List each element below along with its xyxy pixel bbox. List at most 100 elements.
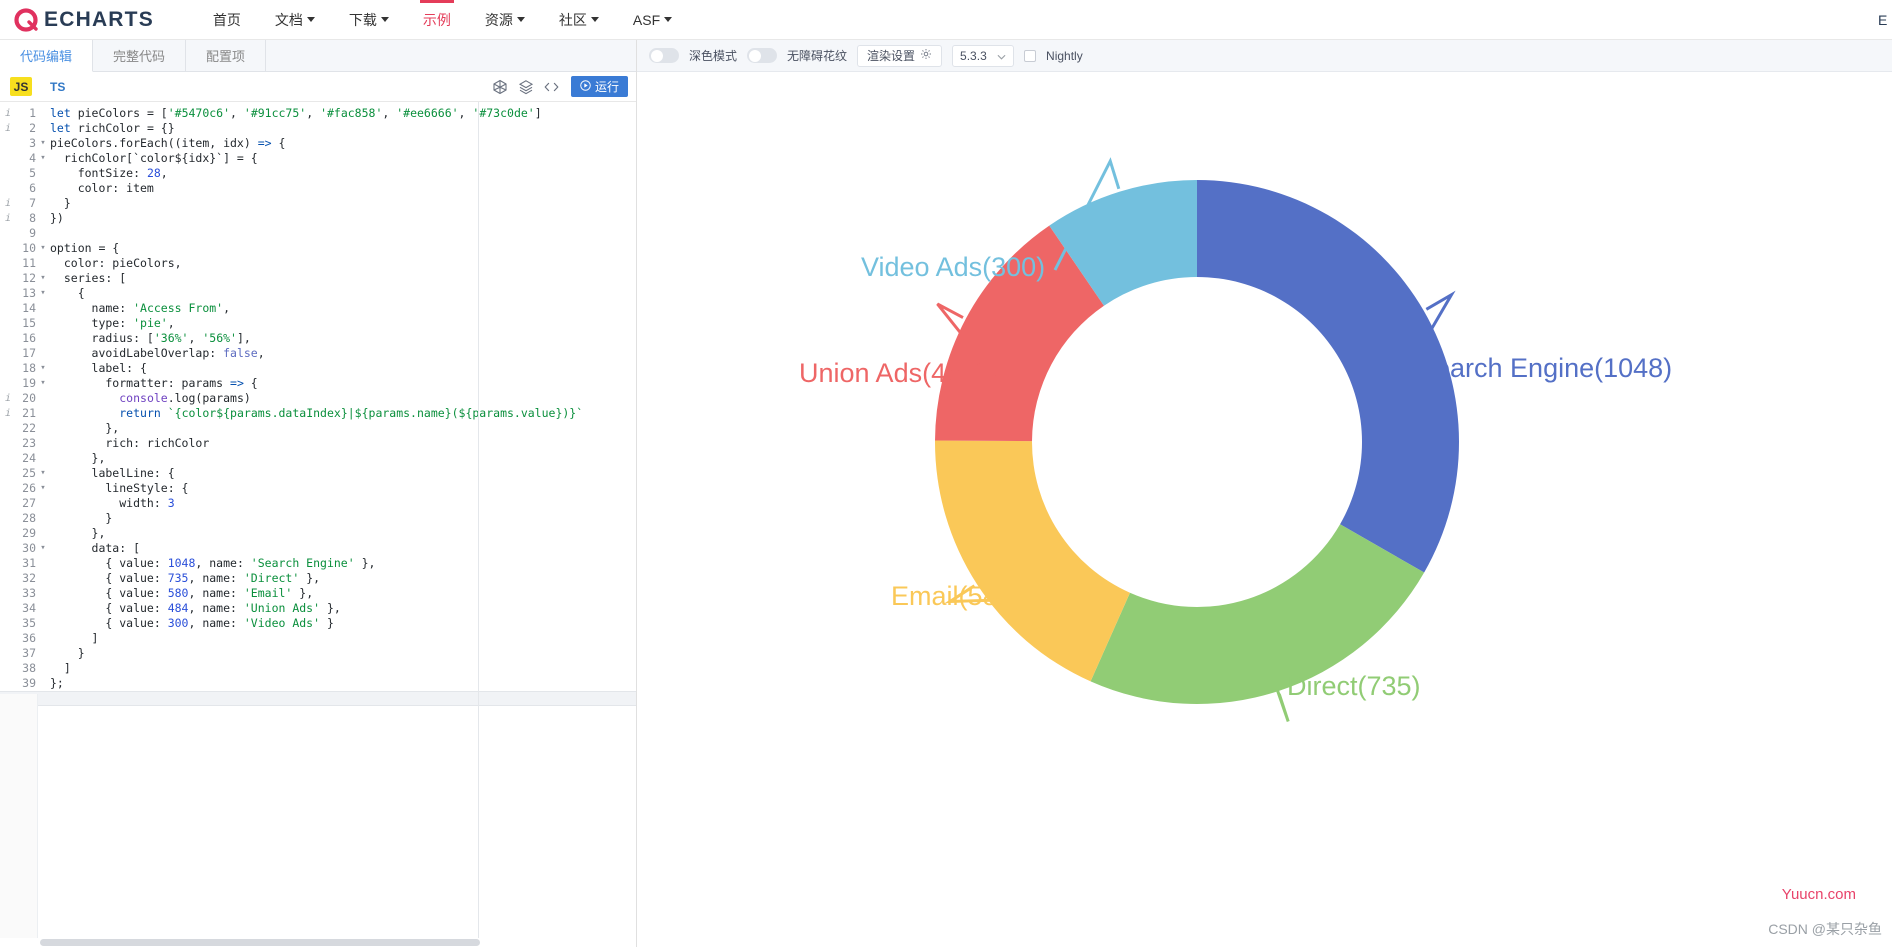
nav-item-4[interactable]: 资源 bbox=[468, 0, 542, 40]
accessibility-pattern-toggle[interactable] bbox=[747, 48, 778, 63]
layers-icon[interactable] bbox=[513, 74, 539, 100]
fold-toggle-icon[interactable] bbox=[38, 106, 48, 121]
code-line[interactable]: i 20 console.log(params) bbox=[0, 391, 636, 406]
code-line[interactable]: 13 ▾ { bbox=[0, 286, 636, 301]
code-line[interactable]: 18 ▾ label: { bbox=[0, 361, 636, 376]
dark-mode-toggle[interactable] bbox=[649, 48, 679, 63]
nightly-checkbox[interactable] bbox=[1024, 49, 1037, 62]
code-line[interactable]: i 1 let pieColors = ['#5470c6', '#91cc75',… bbox=[0, 106, 636, 121]
fold-toggle-icon[interactable] bbox=[38, 646, 48, 661]
run-button[interactable]: 运行 bbox=[570, 76, 628, 97]
nav-item-2[interactable]: 下载 bbox=[332, 0, 406, 40]
code-line[interactable]: 6 color: item bbox=[0, 181, 636, 196]
lang-ts-button[interactable]: TS bbox=[50, 80, 65, 94]
fold-toggle-icon[interactable] bbox=[38, 406, 48, 421]
code-line[interactable]: 23 rich: richColor bbox=[0, 436, 636, 451]
code-icon[interactable] bbox=[539, 74, 565, 100]
editor-tab-0[interactable]: 代码编辑 bbox=[0, 40, 94, 72]
code-line[interactable]: i 8}) bbox=[0, 211, 636, 226]
code-line[interactable]: 27 width: 3 bbox=[0, 496, 636, 511]
lang-js-button[interactable]: JS bbox=[10, 77, 32, 96]
fold-toggle-icon[interactable] bbox=[38, 181, 48, 196]
code-line[interactable]: 26 ▾ lineStyle: { bbox=[0, 481, 636, 496]
fold-toggle-icon[interactable] bbox=[38, 451, 48, 466]
fold-toggle-icon[interactable] bbox=[38, 601, 48, 616]
fold-toggle-icon[interactable]: ▾ bbox=[38, 376, 48, 391]
fold-toggle-icon[interactable] bbox=[38, 121, 48, 136]
code-line[interactable]: i 7 } bbox=[0, 196, 636, 211]
fold-toggle-icon[interactable] bbox=[38, 346, 48, 361]
pie-slice[interactable] bbox=[935, 440, 1130, 682]
language-toggle[interactable]: E bbox=[1878, 0, 1892, 40]
fold-toggle-icon[interactable]: ▾ bbox=[38, 271, 48, 286]
fold-toggle-icon[interactable] bbox=[38, 421, 48, 436]
fold-toggle-icon[interactable]: ▾ bbox=[38, 241, 48, 256]
fold-toggle-icon[interactable] bbox=[38, 676, 48, 691]
code-line[interactable]: 10 ▾ option = { bbox=[0, 241, 636, 256]
code-line[interactable]: 38 ] bbox=[0, 661, 636, 676]
fold-toggle-icon[interactable]: ▾ bbox=[38, 481, 48, 496]
code-line[interactable]: 25 ▾ labelLine: { bbox=[0, 466, 636, 481]
fold-toggle-icon[interactable] bbox=[38, 301, 48, 316]
fold-toggle-icon[interactable]: ▾ bbox=[38, 541, 48, 556]
fold-toggle-icon[interactable] bbox=[38, 316, 48, 331]
code-line[interactable]: 36 ] bbox=[0, 631, 636, 646]
fold-toggle-icon[interactable]: ▾ bbox=[38, 151, 48, 166]
nav-item-1[interactable]: 文档 bbox=[258, 0, 332, 40]
code-line[interactable]: 33 { value: 580, name: 'Email' }, bbox=[0, 586, 636, 601]
fold-toggle-icon[interactable] bbox=[38, 586, 48, 601]
code-line[interactable]: 34 { value: 484, name: 'Union Ads' }, bbox=[0, 601, 636, 616]
code-line[interactable]: 12 ▾ series: [ bbox=[0, 271, 636, 286]
logo[interactable]: ECHARTS bbox=[14, 7, 154, 33]
editor-tab-1[interactable]: 完整代码 bbox=[93, 40, 187, 71]
fold-toggle-icon[interactable] bbox=[38, 616, 48, 631]
fold-toggle-icon[interactable]: ▾ bbox=[38, 136, 48, 151]
fold-toggle-icon[interactable] bbox=[38, 211, 48, 226]
code-line[interactable]: 40 bbox=[0, 691, 636, 706]
cube-icon[interactable] bbox=[487, 74, 513, 100]
code-editor[interactable]: i 1 let pieColors = ['#5470c6', '#91cc75',… bbox=[0, 102, 636, 947]
code-line[interactable]: 5 fontSize: 28, bbox=[0, 166, 636, 181]
fold-toggle-icon[interactable] bbox=[38, 496, 48, 511]
fold-toggle-icon[interactable] bbox=[38, 391, 48, 406]
fold-toggle-icon[interactable]: ▾ bbox=[38, 361, 48, 376]
nav-item-0[interactable]: 首页 bbox=[196, 0, 258, 40]
code-line[interactable]: 24 }, bbox=[0, 451, 636, 466]
code-line[interactable]: 4 ▾ richColor[`color${idx}`] = { bbox=[0, 151, 636, 166]
scrollbar-thumb[interactable] bbox=[40, 939, 480, 946]
fold-toggle-icon[interactable] bbox=[38, 331, 48, 346]
code-line[interactable]: 39}; bbox=[0, 676, 636, 691]
nav-item-6[interactable]: ASF bbox=[616, 0, 689, 40]
editor-tab-2[interactable]: 配置项 bbox=[186, 40, 267, 71]
code-line[interactable]: 30 ▾ data: [ bbox=[0, 541, 636, 556]
nav-item-5[interactable]: 社区 bbox=[542, 0, 616, 40]
code-line[interactable]: 32 { value: 735, name: 'Direct' }, bbox=[0, 571, 636, 586]
fold-toggle-icon[interactable] bbox=[38, 526, 48, 541]
code-line[interactable]: i 2 let richColor = {} bbox=[0, 121, 636, 136]
code-line[interactable]: 37 } bbox=[0, 646, 636, 661]
code-line[interactable]: 16 radius: ['36%', '56%'], bbox=[0, 331, 636, 346]
code-line[interactable]: 29 }, bbox=[0, 526, 636, 541]
code-line[interactable]: 22 }, bbox=[0, 421, 636, 436]
code-line[interactable]: 14 name: 'Access From', bbox=[0, 301, 636, 316]
code-line[interactable]: 15 type: 'pie', bbox=[0, 316, 636, 331]
fold-toggle-icon[interactable]: ▾ bbox=[38, 286, 48, 301]
code-line[interactable]: 11 color: pieColors, bbox=[0, 256, 636, 271]
fold-toggle-icon[interactable] bbox=[38, 196, 48, 211]
fold-toggle-icon[interactable] bbox=[38, 436, 48, 451]
fold-toggle-icon[interactable] bbox=[38, 226, 48, 241]
fold-toggle-icon[interactable] bbox=[38, 511, 48, 526]
chart-canvas[interactable]: Search Engine(1048) Direct(735) Email(580)… bbox=[637, 72, 1892, 947]
code-line[interactable]: 9 bbox=[0, 226, 636, 241]
version-select[interactable]: 5.3.3 bbox=[952, 44, 1015, 67]
code-line[interactable]: 3 ▾ pieColors.forEach((item, idx) => { bbox=[0, 136, 636, 151]
code-line[interactable]: 19 ▾ formatter: params => { bbox=[0, 376, 636, 391]
editor-horizontal-scrollbar[interactable] bbox=[0, 938, 636, 947]
code-line[interactable]: i 21 return `{color${params.dataIndex}|${… bbox=[0, 406, 636, 421]
fold-toggle-icon[interactable] bbox=[38, 571, 48, 586]
fold-toggle-icon[interactable] bbox=[38, 256, 48, 271]
fold-toggle-icon[interactable] bbox=[38, 692, 48, 705]
code-line[interactable]: 31 { value: 1048, name: 'Search Engine' … bbox=[0, 556, 636, 571]
fold-toggle-icon[interactable] bbox=[38, 556, 48, 571]
fold-toggle-icon[interactable]: ▾ bbox=[38, 466, 48, 481]
